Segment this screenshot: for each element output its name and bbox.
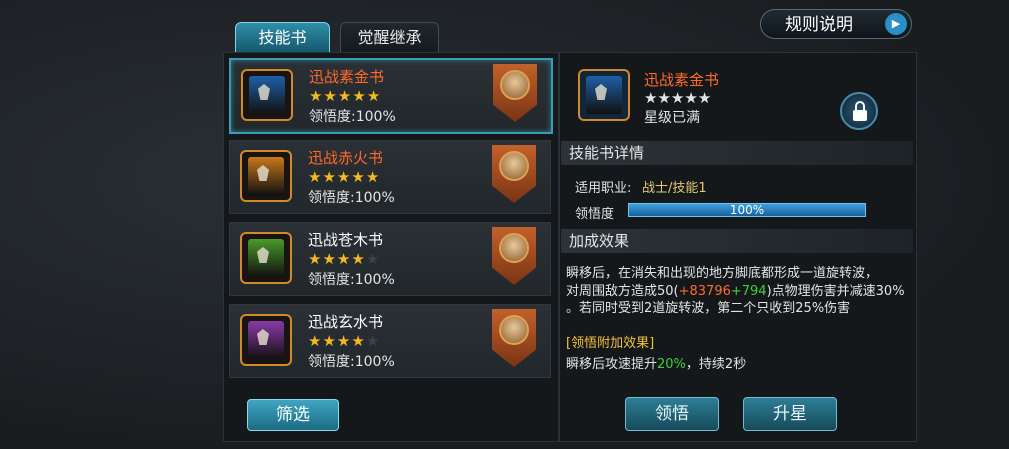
skill-book-item[interactable]: 迅战素金书 ★★★★★ 领悟度:100% bbox=[229, 58, 553, 134]
extra-c: ，持续2秒 bbox=[685, 357, 747, 372]
book-stars: ★★★★★ bbox=[308, 332, 380, 350]
hero-portrait bbox=[499, 315, 529, 345]
section-bonus-header: 加成效果 bbox=[561, 229, 913, 253]
star-status: 星级已满 bbox=[644, 110, 700, 126]
star-icon: ★ bbox=[337, 87, 353, 105]
lock-body bbox=[853, 110, 867, 121]
bonus-line-3: 。若同时受到2道旋转波，第二个只收到25%伤害 bbox=[566, 301, 851, 316]
book-name: 迅战赤火书 bbox=[308, 149, 384, 167]
filter-button[interactable]: 筛选 bbox=[247, 399, 339, 431]
arrow-right-icon: ▶ bbox=[885, 13, 907, 35]
detail-book-name: 迅战素金书 bbox=[644, 71, 720, 89]
star-icon: ★ bbox=[309, 87, 324, 105]
job-value: 战士/技能1 bbox=[642, 181, 707, 196]
star-icon: ★ bbox=[308, 332, 323, 350]
star-icon: ★ bbox=[366, 87, 382, 105]
job-label: 适用职业: bbox=[575, 181, 632, 196]
star-icon: ★ bbox=[365, 250, 381, 268]
skill-book-item[interactable]: 迅战苍木书 ★★★★★ 领悟度:100% bbox=[229, 222, 551, 296]
star-icon: ★ bbox=[322, 332, 337, 350]
tab-skill-book[interactable]: 技能书 bbox=[235, 22, 330, 54]
star-icon: ★ bbox=[336, 332, 352, 350]
hero-badge-icon bbox=[492, 309, 536, 367]
tab-awaken-inherit[interactable]: 觉醒继承 bbox=[340, 22, 439, 54]
comprehension-label: 领悟度 bbox=[575, 207, 615, 222]
book-icon bbox=[240, 232, 292, 284]
star-icon: ★ bbox=[697, 89, 712, 107]
star-icon: ★ bbox=[351, 332, 366, 350]
hero-badge-icon bbox=[492, 145, 536, 203]
star-icon: ★ bbox=[352, 87, 367, 105]
star-icon: ★ bbox=[323, 87, 338, 105]
star-icon: ★ bbox=[322, 168, 337, 186]
skill-book-item[interactable]: 迅战赤火书 ★★★★★ 领悟度:100% bbox=[229, 140, 551, 214]
hero-portrait bbox=[500, 70, 530, 100]
star-icon: ★ bbox=[351, 168, 366, 186]
hero-badge-icon bbox=[493, 64, 537, 122]
upgrade-star-button[interactable]: 升星 bbox=[743, 397, 837, 431]
star-icon: ★ bbox=[644, 89, 658, 107]
section-details-header: 技能书详情 bbox=[561, 141, 913, 165]
book-stars: ★★★★★ bbox=[309, 87, 381, 105]
star-icon: ★ bbox=[308, 250, 323, 268]
book-name: 迅战苍木书 bbox=[308, 231, 384, 249]
extra-effect-title: [领悟附加效果] bbox=[566, 336, 655, 351]
rules-button[interactable]: 规则说明 ▶ bbox=[760, 9, 912, 39]
star-icon: ★ bbox=[365, 332, 381, 350]
star-icon: ★ bbox=[336, 168, 352, 186]
book-icon bbox=[240, 150, 292, 202]
book-stars: ★★★★★ bbox=[308, 168, 380, 186]
book-name: 迅战素金书 bbox=[309, 68, 385, 86]
extra-b: 20% bbox=[657, 357, 686, 372]
book-name: 迅战玄水书 bbox=[308, 313, 384, 331]
unlock-icon[interactable] bbox=[840, 92, 878, 130]
extra-effect-text: 瞬移后攻速提升20%，持续2秒 bbox=[566, 353, 746, 372]
comprehend-button[interactable]: 领悟 bbox=[625, 397, 719, 431]
book-comprehension: 领悟度:100% bbox=[308, 272, 395, 288]
skill-book-item[interactable]: 迅战玄水书 ★★★★★ 领悟度:100% bbox=[229, 304, 551, 378]
star-icon: ★ bbox=[657, 89, 671, 107]
hero-portrait bbox=[499, 151, 529, 181]
star-icon: ★ bbox=[322, 250, 337, 268]
book-icon bbox=[241, 69, 293, 121]
book-icon bbox=[240, 314, 292, 366]
book-comprehension: 领悟度:100% bbox=[308, 354, 395, 370]
star-icon: ★ bbox=[351, 250, 366, 268]
star-icon: ★ bbox=[308, 168, 323, 186]
detail-book-icon bbox=[578, 69, 630, 121]
star-icon: ★ bbox=[670, 89, 685, 107]
comprehension-bar-value: 100% bbox=[729, 203, 765, 217]
star-icon: ★ bbox=[684, 89, 698, 107]
book-comprehension: 领悟度:100% bbox=[308, 190, 395, 206]
book-comprehension: 领悟度:100% bbox=[309, 109, 396, 125]
rules-button-label: 规则说明 bbox=[785, 15, 853, 35]
comprehension-bar: 100% bbox=[628, 203, 866, 217]
star-icon: ★ bbox=[336, 250, 352, 268]
star-icon: ★ bbox=[365, 168, 381, 186]
hero-portrait bbox=[499, 233, 529, 263]
book-stars: ★★★★★ bbox=[308, 250, 380, 268]
hero-badge-icon bbox=[492, 227, 536, 285]
extra-a: 瞬移后攻速提升 bbox=[566, 357, 658, 372]
detail-stars: ★★★★★ bbox=[644, 89, 711, 107]
bonus-line-1: 瞬移后，在消失和出现的地方脚底都形成一道旋转波， bbox=[566, 266, 879, 281]
